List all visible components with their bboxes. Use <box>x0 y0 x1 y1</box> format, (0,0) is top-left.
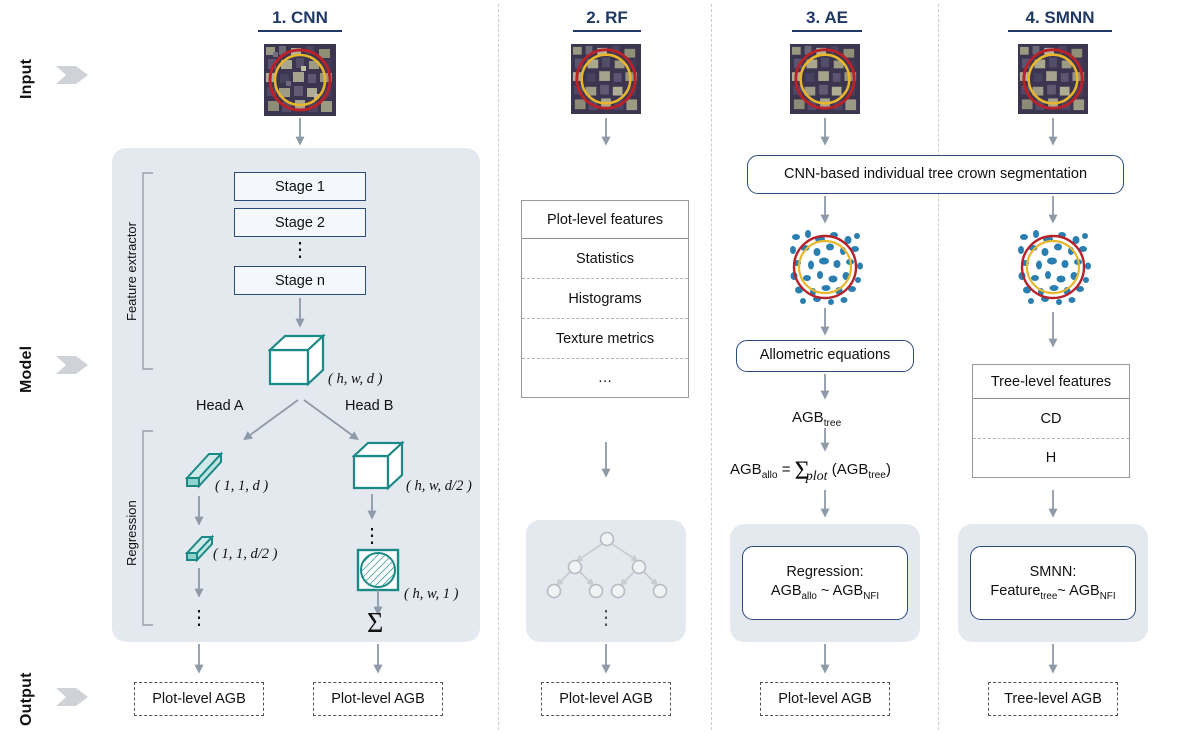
row-label-output: Output <box>18 672 35 726</box>
satellite-plot-thumbnail-rf <box>571 44 641 114</box>
stage-box-1[interactable]: Stage 1 <box>234 172 366 201</box>
rf-feature-row-1: Histograms <box>522 279 688 319</box>
satellite-plot-thumbnail-smnn <box>1018 44 1088 114</box>
head-a-ellipsis: ⋮ <box>189 607 209 629</box>
vector-shape-a1: ( 1, 1, d ) <box>215 478 269 494</box>
rf-feature-row-0: Statistics <box>522 239 688 279</box>
output-box-cnn-head-a[interactable]: Plot-level AGB <box>134 682 264 716</box>
smnn-model-line2: Featuretree~ AGBNFI <box>990 583 1116 603</box>
smnn-feature-header: Tree-level features <box>973 365 1129 399</box>
column-title-cnn: 1. CNN <box>258 8 342 32</box>
tensor-shape-label: ( h, w, d ) <box>328 371 383 387</box>
satellite-plot-thumbnail-ae <box>790 44 860 114</box>
arrow-smnn-crowns-to-features <box>1048 312 1058 348</box>
arrow-smnn-features-to-model <box>1048 490 1058 518</box>
stage-ellipsis: ⋮ <box>290 239 310 261</box>
ae-regression-line1: Regression: <box>786 563 864 580</box>
smnn-feature-row-1: H <box>1045 450 1057 466</box>
vector-shape-a2: ( 1, 1, d/2 ) <box>213 546 278 562</box>
allometric-equations-box[interactable]: Allometric equations <box>736 340 914 372</box>
chevron-right-marker-input <box>56 66 88 84</box>
rf-feature-row-3: … <box>597 370 613 386</box>
output-box-cnn-head-b[interactable]: Plot-level AGB <box>313 682 443 716</box>
smnn-feature-row-0: CD <box>973 399 1129 439</box>
rf-feature-table: Plot-level features Statistics Histogram… <box>521 200 689 398</box>
agb-tree-label: AGBtree <box>792 409 842 429</box>
row-label-input: Input <box>18 58 35 100</box>
stage-box-2[interactable]: Stage 2 <box>234 208 366 237</box>
arrow-head-a-1 <box>194 496 204 526</box>
arrow-stages-to-tensor <box>295 298 305 328</box>
regression-bracket <box>142 430 153 626</box>
regression-label: Regression <box>124 500 139 566</box>
cube-3d-icon-head-b <box>352 440 405 491</box>
column-title-smnn: 4. SMNN <box>1008 8 1112 32</box>
arrow-ae-seg-to-crowns <box>820 196 830 224</box>
output-box-ae[interactable]: Plot-level AGB <box>760 682 890 716</box>
chevron-right-marker-model <box>56 356 88 374</box>
tensor-shape-b2: ( h, w, 1 ) <box>404 586 459 602</box>
feature-map-square-icon <box>356 548 400 592</box>
ae-regression-box[interactable]: Regression: AGBallo ~ AGBNFI <box>742 546 908 620</box>
column-title-ae: 3. AE <box>792 8 862 32</box>
segmented-crowns-thumbnail-smnn <box>1014 228 1092 306</box>
arrow-ae-agbtree-to-formula <box>820 428 830 452</box>
agb-allometric-formula: AGBallo = Σplot (AGBtree) <box>730 456 891 485</box>
arrow-ae-formula-to-regression <box>820 490 830 518</box>
segmented-crowns-thumbnail-ae <box>786 228 864 306</box>
feature-extractor-label: Feature extractor <box>124 222 139 322</box>
cube-3d-icon-features <box>268 333 326 387</box>
arrow-smnn-model-to-output <box>1048 644 1058 674</box>
output-box-smnn[interactable]: Tree-level AGB <box>988 682 1118 716</box>
decision-tree-diagram-icon <box>546 531 668 599</box>
stage-box-n[interactable]: Stage n <box>234 266 366 295</box>
column-separator-2 <box>711 4 712 730</box>
chevron-right-marker-output <box>56 688 88 706</box>
arrow-head-a-to-output <box>194 644 204 674</box>
sum-symbol-head-b: Σ <box>367 608 384 639</box>
arrow-head-a-2 <box>194 568 204 598</box>
column-separator-1 <box>498 4 499 730</box>
arrow-rf-input-to-features <box>601 118 611 146</box>
output-box-rf[interactable]: Plot-level AGB <box>541 682 671 716</box>
arrow-cnn-input-to-model <box>295 118 305 146</box>
arrow-head-b-1 <box>367 494 377 520</box>
smnn-feature-table: Tree-level features CD H <box>972 364 1130 478</box>
column-separator-3 <box>938 4 939 730</box>
column-title-rf: 2. RF <box>573 8 641 32</box>
ae-regression-line2: AGBallo ~ AGBNFI <box>770 583 880 603</box>
rf-feature-row-2: Texture metrics <box>522 319 688 359</box>
arrow-rf-model-to-output <box>601 644 611 674</box>
rf-feature-header: Plot-level features <box>522 201 688 239</box>
satellite-plot-thumbnail-cnn <box>264 44 336 116</box>
segmentation-box[interactable]: CNN-based individual tree crown segmenta… <box>747 155 1124 194</box>
arrow-ae-input-to-seg <box>820 118 830 146</box>
arrow-head-b-to-output <box>373 644 383 674</box>
head-b-ellipsis: ⋮ <box>362 525 382 547</box>
feature-extractor-bracket <box>142 172 153 370</box>
smnn-model-line1: SMNN: <box>1029 563 1077 580</box>
arrow-smnn-seg-to-crowns <box>1048 196 1058 224</box>
arrow-rf-features-to-model <box>601 442 611 478</box>
row-label-model: Model <box>18 345 35 393</box>
smnn-model-box[interactable]: SMNN: Featuretree~ AGBNFI <box>970 546 1136 620</box>
arrow-ae-crowns-to-allometric <box>820 308 830 336</box>
arrow-ae-regression-to-output <box>820 644 830 674</box>
tensor-shape-b1: ( h, w, d/2 ) <box>406 478 472 494</box>
rf-model-ellipsis: ⋮ <box>596 607 616 629</box>
arrow-smnn-input-to-seg <box>1048 118 1058 146</box>
arrow-ae-allometric-to-agbtree <box>820 374 830 400</box>
